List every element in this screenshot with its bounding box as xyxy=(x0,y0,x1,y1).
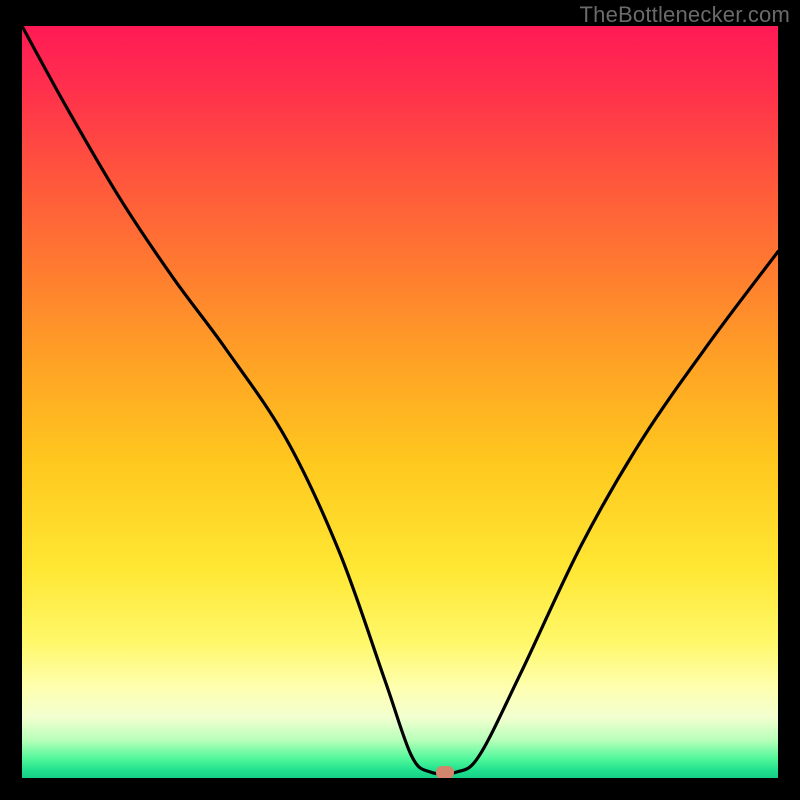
bottleneck-curve xyxy=(22,26,778,778)
plot-area xyxy=(22,26,778,778)
chart-stage: TheBottlenecker.com xyxy=(0,0,800,800)
optimal-marker xyxy=(436,766,454,779)
watermark-text: TheBottlenecker.com xyxy=(580,2,790,28)
